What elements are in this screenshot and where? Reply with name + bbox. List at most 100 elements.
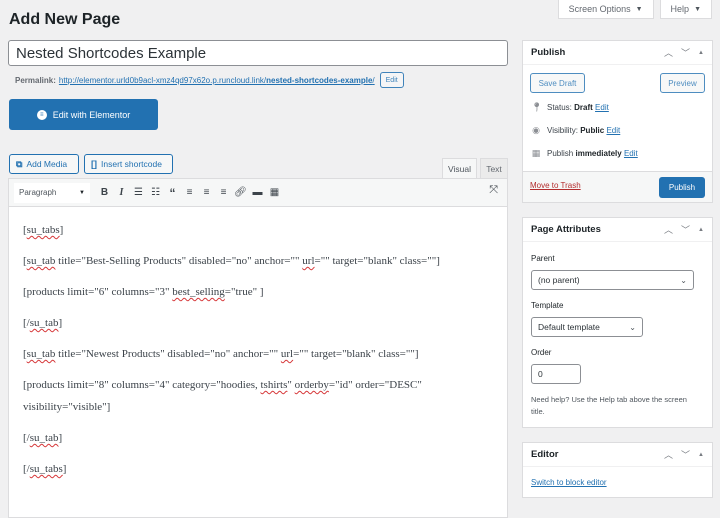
parent-label: Parent xyxy=(531,254,555,263)
move-up-icon[interactable]: ︿ xyxy=(664,223,673,236)
screen-options-button[interactable]: Screen Options ▼ xyxy=(557,0,654,19)
content-paragraph: [/su_tab] xyxy=(23,432,63,444)
editor-box-title: Editor xyxy=(531,449,559,460)
misspelled-word: su_tabs xyxy=(26,224,60,236)
template-select[interactable]: Default template ⌄ xyxy=(531,317,643,337)
content-editor: Paragraph ▼ B I ☰ ☷ “ ≡ ≡ ≡ 🔗︎ ▬ ▦ ⤧ [su… xyxy=(8,178,508,518)
read-more-icon[interactable]: ▬ xyxy=(249,183,266,203)
help-label: Help xyxy=(670,4,690,14)
bulleted-list-icon[interactable]: ☰ xyxy=(130,183,147,203)
tab-visual[interactable]: Visual xyxy=(442,158,477,178)
visibility-label: Visibility: xyxy=(547,126,578,135)
move-down-icon[interactable]: ﹀ xyxy=(681,223,690,236)
elementor-icon: ≡ xyxy=(36,109,47,120)
edit-with-elementor-button[interactable]: ≡ Edit with Elementor xyxy=(9,99,158,130)
toggle-panel-icon[interactable]: ▲ xyxy=(698,227,704,233)
content-paragraph: [su_tab title="Best-Selling Products" di… xyxy=(23,255,440,267)
misspelled-word: su_tab xyxy=(26,255,56,267)
numbered-list-icon[interactable]: ☷ xyxy=(147,183,164,203)
preview-button[interactable]: Preview xyxy=(660,73,705,93)
misspelled-word: orderby xyxy=(294,379,329,391)
tab-text[interactable]: Text xyxy=(480,158,508,178)
move-up-icon[interactable]: ︿ xyxy=(664,46,673,59)
align-left-icon[interactable]: ≡ xyxy=(181,183,198,203)
publish-box-title: Publish xyxy=(531,47,566,58)
template-label: Template xyxy=(531,301,564,310)
status-row: 📍︎ Status: Draft Edit xyxy=(531,102,609,113)
editor-toolbar: Paragraph ▼ B I ☰ ☷ “ ≡ ≡ ≡ 🔗︎ ▬ ▦ ⤧ xyxy=(9,179,507,207)
shortcode-brackets-icon: [] xyxy=(91,159,97,169)
status-value: Draft xyxy=(574,103,593,112)
align-right-icon[interactable]: ≡ xyxy=(215,183,232,203)
page-attributes-help: Need help? Use the Help tab above the sc… xyxy=(531,395,687,416)
permalink-label: Permalink: xyxy=(15,75,56,85)
misspelled-word: url xyxy=(280,348,294,360)
content-paragraph: [/su_tab] xyxy=(23,317,63,329)
add-media-label: Add Media xyxy=(26,159,68,169)
move-to-trash-link[interactable]: Move to Trash xyxy=(530,181,581,190)
align-center-icon[interactable]: ≡ xyxy=(198,183,215,203)
parent-select[interactable]: (no parent) ⌄ xyxy=(531,270,694,290)
content-paragraph: [/su_tabs] xyxy=(23,463,67,475)
format-select[interactable]: Paragraph ▼ xyxy=(14,182,90,203)
permalink-link[interactable]: http://elementor.urld0b9acl-xmz4qd97x62o… xyxy=(59,76,375,85)
chevron-down-icon: ⌄ xyxy=(680,275,687,285)
edit-with-elementor-label: Edit with Elementor xyxy=(52,109,131,120)
move-up-icon[interactable]: ︿ xyxy=(664,448,673,461)
edit-publish-time-link[interactable]: Edit xyxy=(624,149,638,158)
misspelled-word: url xyxy=(302,255,315,267)
caret-down-icon: ▼ xyxy=(694,5,701,13)
edit-permalink-button[interactable]: Edit xyxy=(379,72,404,88)
move-down-icon[interactable]: ﹀ xyxy=(681,448,690,461)
publish-time-label: Publish xyxy=(547,149,574,158)
publish-box: Publish ︿ ﹀ ▲ Save Draft Preview 📍︎ Stat… xyxy=(522,40,713,203)
misspelled-word: best_selling xyxy=(172,286,225,298)
content-paragraph: [products limit="6" columns="3" best_sel… xyxy=(23,286,264,298)
add-media-button[interactable]: ⧉ Add Media xyxy=(9,154,79,174)
toolbar-toggle-icon[interactable]: ▦ xyxy=(266,183,283,203)
caret-down-icon: ▼ xyxy=(635,5,643,13)
permalink-base: http://elementor.urld0b9acl-xmz4qd97x62o… xyxy=(58,75,267,85)
parent-select-value: (no parent) xyxy=(538,275,580,285)
page-attributes-header: Page Attributes ︿ ﹀ ▲ xyxy=(523,218,712,242)
page-attributes-title: Page Attributes xyxy=(531,224,601,235)
visibility-row: ◉ Visibility: Public Edit xyxy=(531,125,620,136)
misspelled-word: su_tab xyxy=(26,348,56,360)
fullscreen-icon[interactable]: ⤧ xyxy=(489,184,498,197)
editor-content[interactable]: [su_tabs] [su_tab title="Best-Selling Pro… xyxy=(9,207,507,501)
page-attributes-box: Page Attributes ︿ ﹀ ▲ Parent (no parent)… xyxy=(522,217,713,428)
caret-down-icon: ▼ xyxy=(79,189,85,196)
misspelled-word: tshirts xyxy=(260,379,288,391)
order-label: Order xyxy=(531,348,552,357)
post-title-input[interactable]: Nested Shortcodes Example xyxy=(8,40,508,66)
publish-box-header: Publish ︿ ﹀ ▲ xyxy=(523,41,712,65)
content-paragraph: [products limit="8" columns="4" category… xyxy=(23,379,422,413)
order-input[interactable]: 0 xyxy=(531,364,581,384)
italic-icon[interactable]: I xyxy=(113,183,130,203)
toggle-panel-icon[interactable]: ▲ xyxy=(698,50,704,56)
screen-meta-links: Screen Options ▼ Help ▼ xyxy=(557,0,712,19)
permalink-trailing: / xyxy=(372,75,375,85)
template-select-value: Default template xyxy=(538,322,600,332)
misspelled-word: su_tab xyxy=(29,317,59,329)
insert-shortcode-button[interactable]: [] Insert shortcode xyxy=(84,154,173,174)
misspelled-word: su_tabs xyxy=(29,463,63,475)
save-draft-button[interactable]: Save Draft xyxy=(530,73,585,93)
switch-to-block-editor-link[interactable]: Switch to block editor xyxy=(531,478,607,487)
add-media-icon: ⧉ xyxy=(16,158,23,169)
calendar-icon: ▦ xyxy=(531,148,541,158)
insert-shortcode-label: Insert shortcode xyxy=(101,159,162,169)
edit-visibility-link[interactable]: Edit xyxy=(606,126,620,135)
edit-status-link[interactable]: Edit xyxy=(595,103,609,112)
content-paragraph: [su_tabs] xyxy=(23,224,64,236)
publish-button[interactable]: Publish xyxy=(659,177,705,198)
move-down-icon[interactable]: ﹀ xyxy=(681,46,690,59)
insert-link-icon[interactable]: 🔗︎ xyxy=(232,183,249,203)
page-title: Add New Page xyxy=(9,11,121,28)
editor-box-header: Editor ︿ ﹀ ▲ xyxy=(523,443,712,467)
toggle-panel-icon[interactable]: ▲ xyxy=(698,452,704,458)
help-button[interactable]: Help ▼ xyxy=(659,0,712,19)
misspelled-word: su_tab xyxy=(29,432,59,444)
blockquote-icon[interactable]: “ xyxy=(164,183,181,203)
bold-icon[interactable]: B xyxy=(96,183,113,203)
